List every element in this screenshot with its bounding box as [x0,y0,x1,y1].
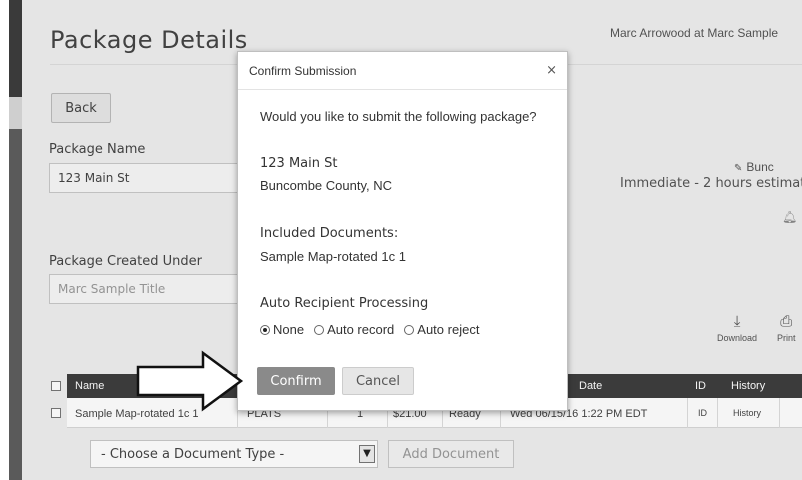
radio-label: Auto reject [417,322,480,337]
left-edge-block [9,97,22,129]
included-documents-label: Included Documents: [260,226,399,241]
package-county: Buncombe County, NC [260,178,392,193]
close-icon[interactable]: × [546,63,557,78]
radio-auto-record[interactable]: Auto record [314,322,394,337]
left-edge-block [9,0,22,97]
dialog-header: Confirm Submission × [238,52,567,90]
confirm-submission-dialog: Confirm Submission × Would you like to s… [237,51,568,411]
package-address: 123 Main St [260,156,338,171]
radio-label: None [273,322,305,337]
confirm-button[interactable]: Confirm [257,367,335,395]
radio-label: Auto record [327,322,395,337]
auto-recipient-label: Auto Recipient Processing [260,296,429,311]
dialog-question: Would you like to submit the following p… [260,109,537,124]
left-edge-block [9,129,22,480]
included-document-item: Sample Map-rotated 1c 1 [260,249,406,264]
cancel-button[interactable]: Cancel [342,367,414,395]
radio-none[interactable]: None [260,322,304,337]
radio-button-selected[interactable] [260,324,270,335]
radio-button[interactable] [314,324,325,335]
auto-recipient-options: None Auto record Auto reject [260,322,489,337]
pointer-arrow-icon [136,350,244,412]
radio-auto-reject[interactable]: Auto reject [404,322,479,337]
dialog-title: Confirm Submission [249,64,357,78]
radio-button[interactable] [404,324,415,335]
